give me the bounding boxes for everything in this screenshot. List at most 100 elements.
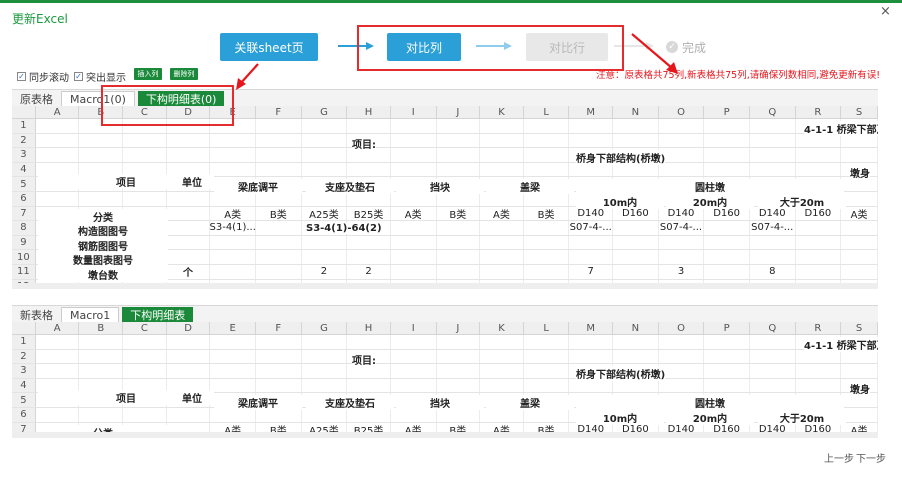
table-cell[interactable] [36,407,80,422]
table-cell[interactable] [79,191,124,206]
column-header[interactable]: I [391,106,437,118]
table-cell[interactable] [659,349,705,364]
table-cell[interactable] [167,191,211,206]
column-header[interactable]: H [347,322,391,334]
table-cell[interactable] [347,119,391,133]
table-cell[interactable] [256,221,302,235]
table-cell[interactable] [36,364,80,378]
table-cell[interactable] [796,364,842,378]
delete-column-button[interactable]: 删除列 [170,68,198,80]
table-cell[interactable] [750,349,796,364]
table-cell[interactable] [79,335,124,349]
original-sheet-grid[interactable]: A B C D E F G H I J K L M N O P Q R S 1 2 3 4 5 6 7 A类 B类 A25类 B25类 A类… [12,106,878,289]
table-cell[interactable]: B类 [256,206,302,221]
table-cell[interactable] [391,235,437,250]
table-cell[interactable] [524,133,570,148]
table-cell[interactable] [841,191,878,206]
table-cell[interactable] [302,335,348,349]
table-cell[interactable] [391,221,437,235]
table-cell[interactable] [210,235,256,250]
table-cell[interactable] [391,349,437,364]
table-cell[interactable] [569,349,614,364]
table-cell[interactable] [750,250,796,264]
table-cell[interactable] [391,148,437,162]
table-cell[interactable] [256,335,302,349]
table-cell[interactable] [347,335,391,349]
prev-step-link[interactable]: 上一步 [824,450,854,465]
table-cell[interactable] [480,378,524,393]
table-cell[interactable] [167,119,211,133]
table-cell[interactable] [524,235,570,250]
table-cell[interactable] [750,364,796,378]
table-cell[interactable] [210,378,256,393]
row-number[interactable]: 9 [12,235,36,250]
table-cell[interactable] [613,133,659,148]
table-cell[interactable] [569,133,614,148]
column-header[interactable]: N [613,106,659,118]
table-cell[interactable] [302,119,348,133]
column-header[interactable]: R [796,106,842,118]
row-number[interactable]: 7 [12,206,36,221]
table-cell[interactable] [613,119,659,133]
table-cell[interactable] [167,206,211,221]
table-cell[interactable]: A25类 [302,206,348,221]
table-cell[interactable] [750,148,796,162]
table-cell[interactable] [524,378,570,393]
table-cell[interactable]: B类 [524,206,570,221]
table-cell[interactable] [347,250,391,264]
table-cell[interactable] [256,235,302,250]
table-cell[interactable]: A类 [841,206,878,221]
table-cell[interactable] [302,235,348,250]
row-number[interactable]: 8 [12,221,36,235]
column-header[interactable]: K [480,106,524,118]
table-cell[interactable] [167,407,211,422]
table-cell[interactable]: 2 [347,264,391,279]
table-cell[interactable] [79,119,124,133]
table-cell[interactable] [302,133,348,148]
column-header[interactable]: F [256,322,302,334]
table-cell[interactable] [750,133,796,148]
table-cell[interactable] [210,264,256,279]
table-cell[interactable] [256,148,302,162]
table-cell[interactable] [167,235,211,250]
table-cell[interactable] [480,235,524,250]
table-cell[interactable] [524,335,570,349]
step-compare-columns-button[interactable]: 对比列 [387,33,461,61]
table-cell[interactable] [704,264,750,279]
table-cell[interactable] [480,250,524,264]
table-cell[interactable] [480,119,524,133]
table-cell[interactable]: 3 [659,264,705,279]
table-cell[interactable] [841,221,878,235]
table-cell[interactable] [391,335,437,349]
table-cell[interactable] [36,191,80,206]
row-number[interactable]: 2 [12,133,36,148]
table-cell[interactable] [391,119,437,133]
horizontal-scrollbar[interactable] [12,432,878,438]
table-cell[interactable] [841,264,878,279]
row-number[interactable]: 4 [12,378,36,393]
table-cell[interactable] [480,264,524,279]
table-cell[interactable] [659,235,705,250]
tab-substructure-detail[interactable]: 下构明细表(0) [137,91,225,106]
column-header[interactable]: L [524,106,570,118]
column-header[interactable]: B [79,106,124,118]
table-cell[interactable] [210,364,256,378]
table-cell[interactable] [256,364,302,378]
step-compare-rows-button[interactable]: 对比行 [526,33,608,61]
table-cell[interactable] [480,364,524,378]
table-cell[interactable] [167,221,211,235]
column-header[interactable]: J [437,322,481,334]
table-cell[interactable] [659,364,705,378]
column-header[interactable]: G [302,322,348,334]
tab-macro1[interactable]: Macro1(0) [61,91,135,106]
table-cell[interactable] [36,335,80,349]
table-cell[interactable] [613,335,659,349]
column-header[interactable]: S [841,106,878,118]
table-cell[interactable] [123,191,167,206]
table-cell[interactable] [36,133,80,148]
table-cell[interactable] [796,264,842,279]
table-cell[interactable] [256,264,302,279]
row-number[interactable]: 5 [12,393,36,407]
table-cell[interactable] [659,133,705,148]
table-cell[interactable]: A类 [391,206,437,221]
